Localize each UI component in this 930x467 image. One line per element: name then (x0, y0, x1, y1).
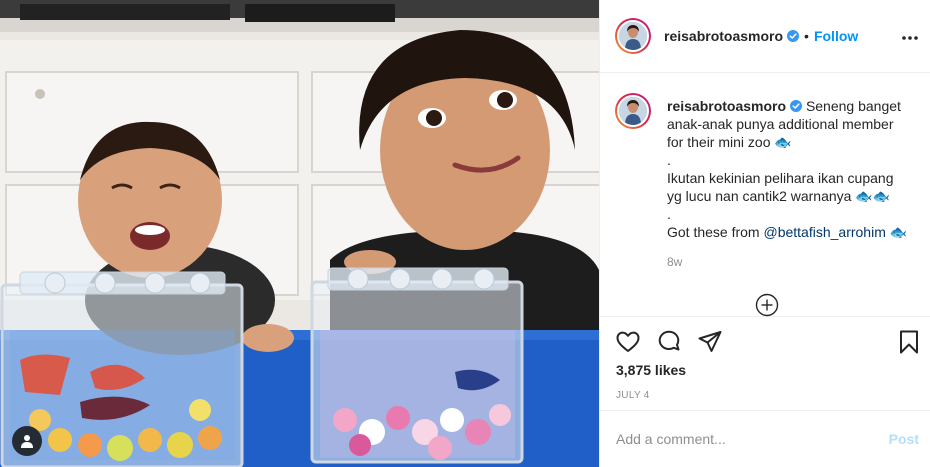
verified-badge-icon (790, 100, 803, 112)
caption-text: reisabrotoasmoro Seneng banget anak-anak… (667, 97, 912, 241)
post-side-panel: reisabrotoasmoro • Follow reisabrotoasmo… (599, 0, 930, 467)
heart-icon[interactable] (615, 329, 641, 355)
bookmark-icon[interactable] (896, 329, 922, 355)
post-photo[interactable] (0, 0, 599, 467)
user-icon (21, 435, 33, 448)
load-more-comments-icon[interactable] (755, 293, 779, 317)
caption-line: Ikutan kekinian pelihara ikan cupang (667, 170, 894, 186)
caption-timestamp[interactable]: 8w (667, 255, 682, 269)
avatar[interactable] (615, 18, 651, 54)
avatar-image (619, 97, 647, 125)
caption-username-link[interactable]: reisabrotoasmoro (667, 98, 786, 114)
caption-line: anak-anak punya additional member (667, 116, 894, 132)
avatar-image (619, 22, 647, 50)
separator-dot: • (804, 28, 809, 44)
caption-line-text: Got these from (667, 224, 764, 240)
username-link[interactable]: reisabrotoasmoro (664, 28, 783, 44)
mention-link[interactable]: @bettafish_arrohim (763, 224, 885, 240)
comment-input[interactable] (616, 428, 866, 450)
comment-box: Post (600, 411, 930, 467)
caption-line-text: 🐟 (885, 224, 908, 240)
verified-badge-icon (787, 30, 800, 42)
share-icon[interactable] (697, 329, 723, 355)
caption-line: reisabrotoasmoro Seneng banget (667, 97, 912, 115)
caption-line: Got these from @bettafish_arrohim 🐟 (667, 223, 912, 241)
caption-line: . (667, 206, 671, 222)
post-header: reisabrotoasmoro • Follow (600, 0, 930, 73)
post-date[interactable]: JULY 4 (616, 390, 650, 401)
photo-image (0, 0, 599, 467)
caption-line: yg lucu nan cantik2 warnanya 🐟🐟 (667, 188, 891, 204)
likes-count[interactable]: 3,875 likes (616, 362, 686, 378)
tagged-users-button[interactable] (12, 426, 42, 456)
caption-line-text: Seneng banget (805, 98, 901, 114)
header-user-line: reisabrotoasmoro • Follow (664, 28, 858, 44)
more-options-icon[interactable] (900, 28, 920, 46)
caption-section: reisabrotoasmoro Seneng banget anak-anak… (600, 73, 930, 317)
post-actions: 3,875 likes JULY 4 (600, 317, 930, 411)
instagram-post-modal: reisabrotoasmoro • Follow reisabrotoasmo… (0, 0, 930, 467)
follow-button[interactable]: Follow (814, 28, 858, 44)
post-comment-button[interactable]: Post (889, 431, 919, 447)
caption-line: . (667, 152, 671, 168)
comment-icon[interactable] (656, 329, 682, 355)
caption-avatar[interactable] (615, 93, 651, 129)
caption-line: for their mini zoo 🐟 (667, 134, 792, 150)
